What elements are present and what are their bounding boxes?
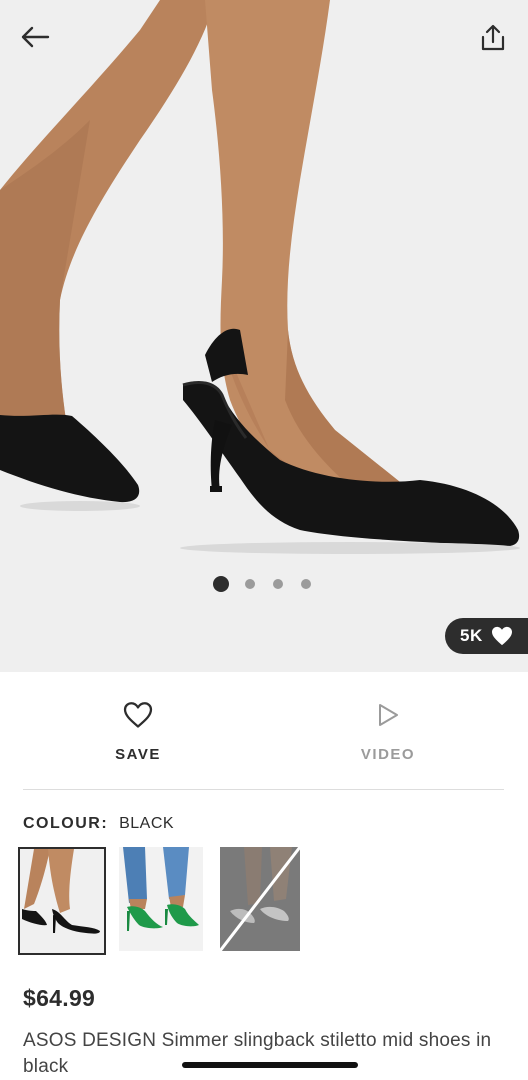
swatch-silver-image <box>220 847 300 951</box>
heart-outline-icon <box>123 702 153 728</box>
share-icon <box>481 24 505 51</box>
play-outline-icon <box>379 704 398 726</box>
back-button[interactable] <box>13 15 57 59</box>
heart-filled-icon <box>491 626 512 646</box>
action-row: SAVE VIDEO <box>0 690 528 780</box>
save-label: SAVE <box>115 746 161 763</box>
pager-dot-2[interactable] <box>245 579 255 589</box>
swatch-green-image <box>119 847 203 951</box>
product-name: ASOS DESIGN Simmer slingback stiletto mi… <box>23 1030 492 1077</box>
product-price: $64.99 <box>23 985 96 1011</box>
arrow-left-icon <box>21 26 50 48</box>
video-label: VIDEO <box>360 746 416 763</box>
product-image-gallery[interactable]: 5K <box>0 0 528 672</box>
home-indicator[interactable] <box>182 1062 358 1068</box>
image-pager[interactable] <box>0 576 528 592</box>
pager-dot-4[interactable] <box>301 579 311 589</box>
video-button[interactable]: VIDEO <box>318 690 458 775</box>
swatch-green[interactable] <box>119 847 207 955</box>
product-photo <box>0 0 528 672</box>
swatch-black[interactable] <box>18 847 106 955</box>
save-button[interactable]: SAVE <box>68 690 208 775</box>
pager-dot-3[interactable] <box>273 579 283 589</box>
share-button[interactable] <box>471 16 515 60</box>
likes-count: 5K <box>460 626 483 645</box>
divider <box>23 789 504 790</box>
colour-key: COLOUR: <box>23 815 109 832</box>
swatch-silver-unavailable[interactable] <box>220 847 308 955</box>
colour-selector-label: COLOUR: BLACK <box>23 815 174 833</box>
pager-dot-1[interactable] <box>213 576 229 592</box>
swatch-black-image <box>20 849 104 953</box>
colour-value: BLACK <box>119 815 175 832</box>
likes-badge: 5K <box>445 618 528 654</box>
